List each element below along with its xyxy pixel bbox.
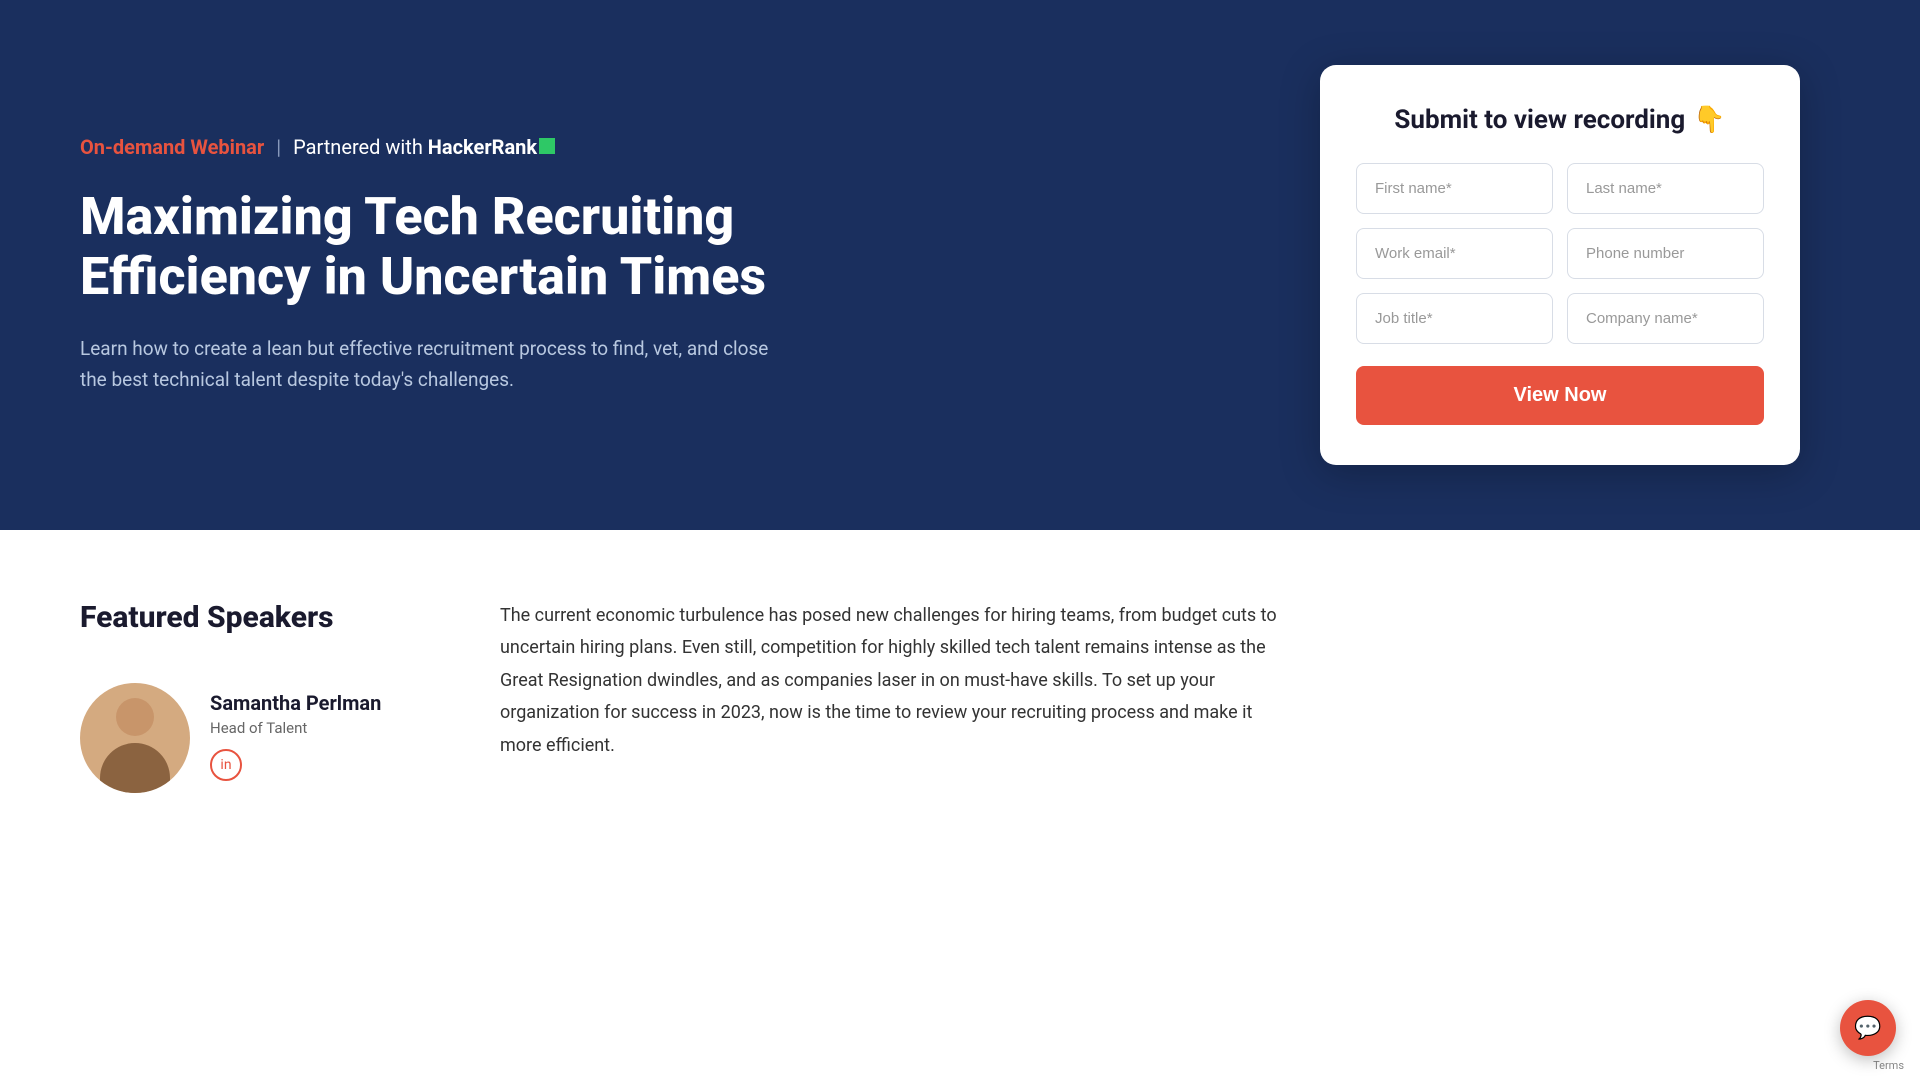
webinar-badge: On-demand Webinar | Partnered with Hacke…	[80, 135, 830, 159]
speakers-section: Featured Speakers Samantha Perlman Head …	[80, 600, 420, 1010]
hero-section: On-demand Webinar | Partnered with Hacke…	[0, 0, 1920, 530]
speaker-card: Samantha Perlman Head of Talent in	[80, 683, 420, 793]
job-title-input[interactable]	[1356, 293, 1553, 344]
speaker-name: Samantha Perlman	[210, 691, 381, 715]
badge-divider: |	[276, 135, 281, 159]
form-title-emoji: 👇	[1693, 105, 1725, 135]
webinar-badge-highlight: On-demand Webinar	[80, 135, 264, 159]
speaker-job-title: Head of Talent	[210, 719, 381, 737]
below-fold-section: Featured Speakers Samantha Perlman Head …	[0, 530, 1920, 1080]
view-now-button[interactable]: View Now	[1356, 366, 1764, 425]
speakers-title: Featured Speakers	[80, 600, 420, 635]
hero-left: On-demand Webinar | Partnered with Hacke…	[80, 135, 830, 395]
speaker-info: Samantha Perlman Head of Talent in	[210, 683, 381, 781]
form-row-2	[1356, 228, 1764, 279]
work-email-input[interactable]	[1356, 228, 1553, 279]
company-name-input[interactable]	[1567, 293, 1764, 344]
hero-title: Maximizing Tech Recruiting Efficiency in…	[80, 187, 830, 307]
speaker-linkedin-link[interactable]: in	[210, 749, 242, 781]
linkedin-icon: in	[220, 757, 231, 773]
hackerrank-name: HackerRank	[428, 135, 537, 159]
speaker-avatar	[80, 683, 190, 793]
form-card: Submit to view recording 👇 View Now	[1320, 65, 1800, 465]
last-name-input[interactable]	[1567, 163, 1764, 214]
phone-number-input[interactable]	[1567, 228, 1764, 279]
form-title: Submit to view recording 👇	[1356, 105, 1764, 135]
description-section: The current economic turbulence has pose…	[500, 600, 1800, 1010]
hero-description: Learn how to create a lean but effective…	[80, 334, 780, 395]
first-name-input[interactable]	[1356, 163, 1553, 214]
chat-button[interactable]: 💬	[1840, 1000, 1896, 1056]
terms-label: Terms	[1873, 1059, 1904, 1072]
chat-icon: 💬	[1854, 1016, 1881, 1041]
hackerrank-logo-square	[539, 138, 555, 154]
form-row-1	[1356, 163, 1764, 214]
partner-text: Partnered with HackerRank	[293, 135, 555, 159]
description-text: The current economic turbulence has pose…	[500, 600, 1280, 762]
form-row-3	[1356, 293, 1764, 344]
